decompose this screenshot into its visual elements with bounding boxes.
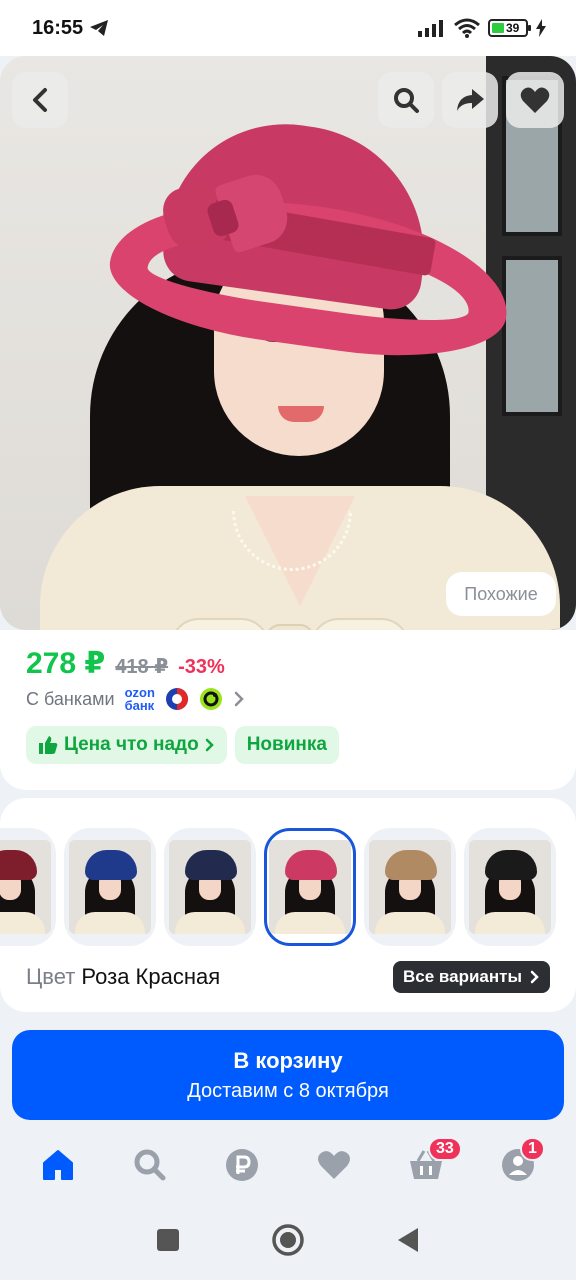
tab-profile[interactable]: 1: [488, 1135, 548, 1195]
ruble-icon: [226, 1149, 258, 1181]
variant-thumbnail-image: [369, 840, 451, 934]
wifi-icon: [454, 18, 480, 38]
battery-level: 39: [506, 21, 520, 35]
variant-thumbnail[interactable]: [464, 828, 556, 946]
search-button[interactable]: [378, 72, 434, 128]
similar-button[interactable]: Похожие: [446, 572, 556, 616]
variant-thumbnail-image: [169, 840, 251, 934]
home-button-icon[interactable]: [271, 1223, 305, 1257]
back-triangle-icon[interactable]: [396, 1227, 420, 1253]
banks-row[interactable]: С банками ozon банк: [26, 686, 245, 712]
share-button[interactable]: [442, 72, 498, 128]
variant-thumbnail[interactable]: [0, 828, 56, 946]
badge-price-good[interactable]: Цена что надо: [26, 726, 227, 764]
cart-button-title: В корзину: [233, 1047, 343, 1073]
badge-new: Новинка: [234, 726, 339, 764]
profile-count-badge: 1: [520, 1137, 545, 1161]
current-price: 278 ₽: [26, 647, 106, 680]
banks-label: С банками: [26, 688, 115, 709]
search-icon: [394, 88, 419, 113]
recent-apps-icon[interactable]: [156, 1228, 180, 1252]
tab-finance[interactable]: [212, 1135, 272, 1195]
signal-icon: [418, 20, 443, 37]
home-icon: [43, 1150, 73, 1180]
back-button[interactable]: [12, 72, 68, 128]
variant-thumbnail-image: [0, 840, 51, 934]
variant-thumbnail[interactable]: [364, 828, 456, 946]
bank-logo-icon: [199, 688, 222, 710]
share-icon: [457, 89, 484, 111]
cart-count-badge: 33: [428, 1137, 462, 1161]
variant-thumbnails: [0, 828, 556, 946]
chevron-right-icon: [234, 691, 244, 707]
product-image[interactable]: [0, 56, 576, 630]
variant-thumbnail[interactable]: [164, 828, 256, 946]
tab-home[interactable]: [28, 1135, 88, 1195]
heart-icon: [318, 1151, 350, 1179]
status-time: 16:55: [32, 16, 84, 39]
color-label: Цвет: [26, 964, 76, 989]
search-icon: [134, 1149, 166, 1181]
status-bar: 16:55 39: [0, 0, 576, 56]
price-card: 278 ₽ 418 ₽ -33% С банками ozon банк Цен…: [0, 630, 576, 790]
variant-thumbnail-image: [69, 840, 151, 934]
variants-card: Цвет Роза Красная Все варианты: [0, 798, 576, 1012]
all-variants-button[interactable]: Все варианты: [393, 961, 550, 993]
variant-thumbnail-image: [269, 840, 351, 934]
add-to-cart-button[interactable]: В корзину Доставим с 8 октября: [12, 1030, 564, 1120]
bottom-tab-bar: 33 1: [0, 1130, 576, 1200]
system-nav-bar: [0, 1200, 576, 1280]
heart-icon: [520, 87, 550, 113]
chevron-left-icon: [33, 88, 47, 112]
variant-thumbnail-image: [469, 840, 551, 934]
delivery-date: Доставим с 8 октября: [187, 1079, 389, 1102]
tab-favorites[interactable]: [304, 1135, 364, 1195]
variant-thumbnail[interactable]: [264, 828, 356, 946]
old-price: 418 ₽: [115, 656, 169, 678]
color-row: Цвет Роза Красная: [26, 964, 220, 990]
variant-thumbnail[interactable]: [64, 828, 156, 946]
chevron-right-icon: [530, 970, 539, 984]
color-value: Роза Красная: [81, 964, 221, 989]
bank-logo-icon: [165, 688, 188, 710]
thumbs-up-icon: [39, 736, 58, 754]
ozon-bank-logo: ozon банк: [124, 685, 155, 713]
telegram-icon: [90, 20, 109, 36]
tab-search[interactable]: [120, 1135, 180, 1195]
discount: -33%: [178, 656, 225, 678]
chevron-right-icon: [205, 738, 214, 752]
battery-icon: 39: [488, 19, 531, 37]
favorite-button[interactable]: [506, 72, 564, 128]
charging-icon: [536, 19, 546, 37]
tab-cart[interactable]: 33: [396, 1135, 462, 1195]
